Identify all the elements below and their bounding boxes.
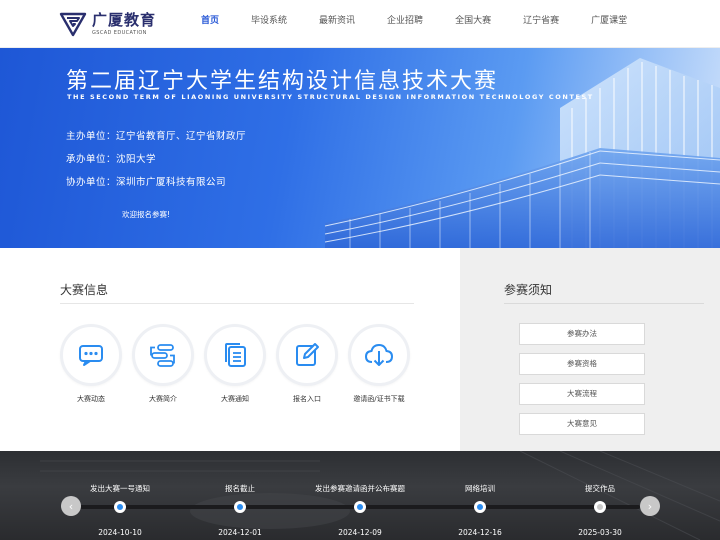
nav-item-graduation-system[interactable]: 毕设系统 xyxy=(240,0,298,48)
info-item-label: 大赛简介 xyxy=(149,395,177,403)
timeline-date: 2025-03-30 xyxy=(578,528,622,537)
contest-info-section: 大赛信息 大赛动态 大赛简介 大赛通知 报名入口 邀请函/证书下载 xyxy=(0,248,460,451)
timeline-title: 提交作品 xyxy=(585,484,615,493)
banner-co-organizer: 协办单位：深圳市广厦科技有限公司 xyxy=(66,177,227,188)
background-texture xyxy=(40,451,720,540)
chevron-right-icon: › xyxy=(647,499,653,513)
timeline-title: 发出大赛一号通知 xyxy=(90,484,150,493)
banner-organizer: 主办单位：辽宁省教育厅、辽宁省财政厅 xyxy=(66,131,247,142)
timeline-date: 2024-10-10 xyxy=(98,528,142,537)
timeline-dot xyxy=(594,501,606,513)
banner-subtitle: THE SECOND TERM OF LIAONING UNIVERSITY S… xyxy=(67,93,594,101)
logo-icon xyxy=(59,12,87,37)
timeline-dot xyxy=(114,501,126,513)
notice-button-process[interactable]: 大赛流程 xyxy=(519,383,645,405)
timeline-date: 2024-12-16 xyxy=(458,528,502,537)
notice-button-feedback[interactable]: 大赛意见 xyxy=(519,413,645,435)
cloud-download-icon xyxy=(364,343,394,366)
hero-banner: 第二届辽宁大学生结构设计信息技术大赛 THE SECOND TERM OF LI… xyxy=(0,48,720,248)
info-item-register[interactable]: 报名入口 xyxy=(274,324,340,404)
timeline-prev-button[interactable]: ‹ xyxy=(61,496,81,516)
info-item-download[interactable]: 邀请函/证书下载 xyxy=(346,324,412,404)
timeline-next-button[interactable]: › xyxy=(640,496,660,516)
timeline-dot xyxy=(354,501,366,513)
nav-item-news[interactable]: 最新资讯 xyxy=(308,0,366,48)
notice-button-method[interactable]: 参赛办法 xyxy=(519,323,645,345)
info-item-label: 大赛通知 xyxy=(221,395,249,403)
nav-item-national-contest[interactable]: 全国大赛 xyxy=(444,0,502,48)
banner-host: 承办单位：沈阳大学 xyxy=(66,154,157,165)
info-item-label: 大赛动态 xyxy=(77,395,105,403)
chat-bubble-icon xyxy=(79,345,103,366)
section-title: 参赛须知 xyxy=(504,283,553,297)
timeline-title: 发出参赛邀请函并公布赛题 xyxy=(315,484,405,493)
info-item-news[interactable]: 大赛动态 xyxy=(58,324,124,404)
timeline-title: 报名截止 xyxy=(225,484,255,493)
info-item-label: 邀请函/证书下载 xyxy=(353,395,405,403)
divider xyxy=(60,303,414,304)
banner-welcome: 欢迎报名参赛! xyxy=(122,210,171,219)
info-item-notice[interactable]: 大赛通知 xyxy=(202,324,268,404)
timeline-dot xyxy=(474,501,486,513)
edit-icon xyxy=(296,343,319,366)
nav-item-liaoning-contest[interactable]: 辽宁省赛 xyxy=(512,0,570,48)
timeline-title: 网络培训 xyxy=(465,484,495,493)
divider xyxy=(504,303,704,304)
logo-text: 广厦教育 xyxy=(92,10,157,29)
main-nav: 首页 毕设系统 最新资讯 企业招聘 全国大赛 辽宁省赛 广厦课堂 xyxy=(190,0,648,48)
info-item-label: 报名入口 xyxy=(293,395,321,403)
nav-item-recruitment[interactable]: 企业招聘 xyxy=(376,0,434,48)
nav-item-home[interactable]: 首页 xyxy=(190,0,230,48)
flow-icon xyxy=(150,344,175,367)
notice-button-eligibility[interactable]: 参赛资格 xyxy=(519,353,645,375)
info-item-intro[interactable]: 大赛简介 xyxy=(130,324,196,404)
section-title: 大赛信息 xyxy=(60,283,109,297)
logo[interactable]: 广厦教育 GSCAD EDUCATION xyxy=(58,9,156,39)
timeline-date: 2024-12-01 xyxy=(218,528,262,537)
timeline-dot xyxy=(234,501,246,513)
banner-title: 第二届辽宁大学生结构设计信息技术大赛 xyxy=(66,69,499,94)
logo-subtext: GSCAD EDUCATION xyxy=(92,29,147,36)
notice-section: 参赛须知 参赛办法 参赛资格 大赛流程 大赛意见 xyxy=(460,248,720,451)
timeline-section: ‹ › 发出大赛一号通知 2024-10-10 报名截止 2024-12-01 … xyxy=(0,451,720,540)
site-header: 广厦教育 GSCAD EDUCATION 首页 毕设系统 最新资讯 企业招聘 全… xyxy=(0,0,720,48)
nav-item-classroom[interactable]: 广厦课堂 xyxy=(580,0,638,48)
documents-icon xyxy=(225,343,246,367)
chevron-left-icon: ‹ xyxy=(68,499,74,513)
timeline-date: 2024-12-09 xyxy=(338,528,382,537)
